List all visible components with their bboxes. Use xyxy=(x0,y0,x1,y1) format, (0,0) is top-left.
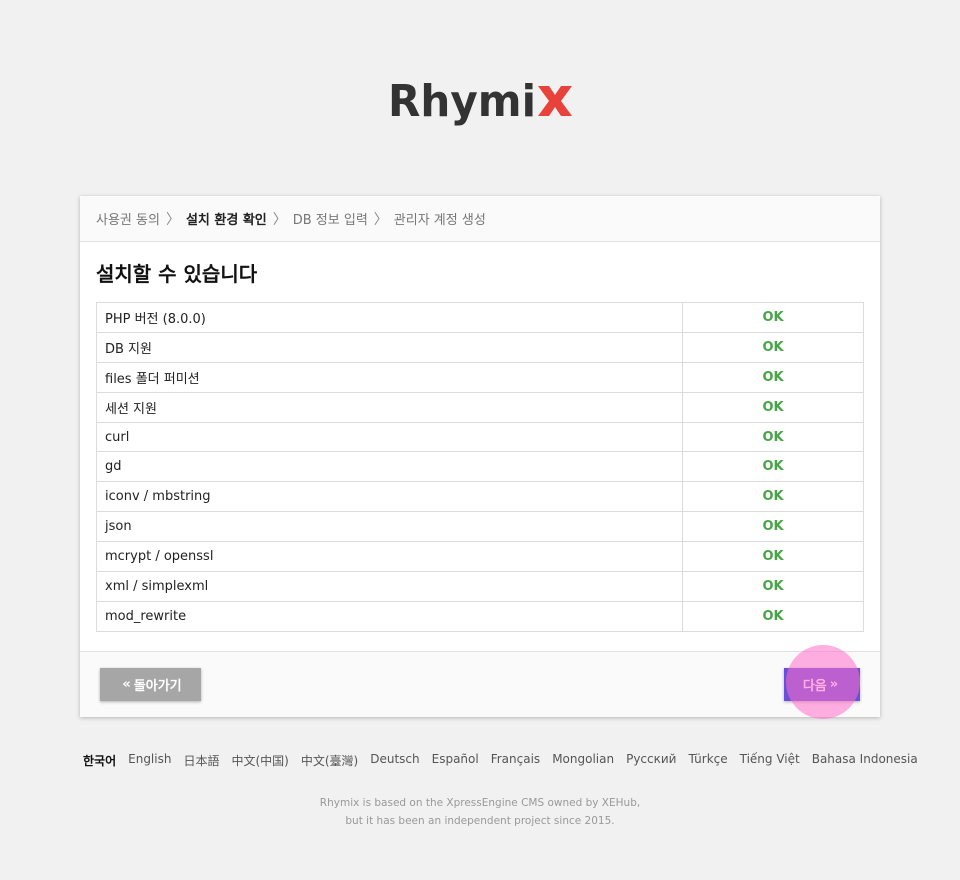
table-row: iconv / mbstring OK xyxy=(96,481,864,513)
check-name: PHP 버전 (8.0.0) xyxy=(96,302,683,333)
lang-ja[interactable]: 日本語 xyxy=(183,752,219,770)
lang-vi[interactable]: Tiếng Việt xyxy=(740,752,800,770)
double-chevron-left-icon: « xyxy=(122,677,131,692)
lang-es[interactable]: Español xyxy=(432,752,479,770)
lang-id[interactable]: Bahasa Indonesia xyxy=(812,752,918,770)
lang-zh-tw[interactable]: 中文(臺灣) xyxy=(301,752,358,770)
check-result: OK xyxy=(682,331,864,363)
table-row: PHP 버전 (8.0.0) OK xyxy=(96,302,864,333)
next-button-label: 다음 xyxy=(802,679,827,694)
check-name: curl xyxy=(96,421,683,453)
check-result: OK xyxy=(682,451,864,483)
lang-zh-cn[interactable]: 中文(中国) xyxy=(231,752,288,770)
lang-fr[interactable]: Français xyxy=(491,752,540,770)
chevron-right-icon: 〉 xyxy=(373,211,388,228)
install-steps-breadcrumb: 사용권 동의 〉 설치 환경 확인 〉 DB 정보 입력 〉 관리자 계정 생성 xyxy=(80,196,880,242)
card-footer: « 돌아가기 다음 » xyxy=(80,645,880,719)
table-row: 세션 지원 OK xyxy=(96,391,864,423)
check-name: mcrypt / openssl xyxy=(96,541,683,573)
check-name: xml / simplexml xyxy=(96,571,683,602)
install-card: 사용권 동의 〉 설치 환경 확인 〉 DB 정보 입력 〉 관리자 계정 생성… xyxy=(80,196,880,719)
table-row: mod_rewrite OK xyxy=(96,600,864,632)
page-title: 설치할 수 있습니다 xyxy=(96,262,258,286)
check-result: OK xyxy=(682,421,864,453)
back-button[interactable]: « 돌아가기 xyxy=(100,668,201,701)
lang-ko[interactable]: 한국어 xyxy=(83,752,116,770)
credits: Rhymix is based on the XpressEngine CMS … xyxy=(0,794,960,830)
check-name: iconv / mbstring xyxy=(96,481,683,513)
step-admin-account: 관리자 계정 생성 xyxy=(393,213,486,228)
check-name: json xyxy=(96,511,683,543)
step-license-agreement: 사용권 동의 xyxy=(96,213,160,228)
double-chevron-right-icon: » xyxy=(829,677,839,692)
back-button-label: 돌아가기 xyxy=(133,679,182,694)
check-name: 세션 지원 xyxy=(96,391,683,423)
check-result: OK xyxy=(682,541,864,573)
rhymix-logo-mark: Rhymi xyxy=(388,76,572,126)
check-result: OK xyxy=(682,511,864,543)
lang-ru[interactable]: Русский xyxy=(626,752,676,770)
check-name: DB 지원 xyxy=(96,331,683,363)
next-button[interactable]: 다음 » xyxy=(784,668,860,701)
chevron-right-icon: 〉 xyxy=(272,211,287,228)
table-row: gd OK xyxy=(96,451,864,483)
svg-text:Rhymi: Rhymi xyxy=(388,76,536,126)
table-row: DB 지원 OK xyxy=(96,331,864,363)
check-result: OK xyxy=(682,302,864,333)
table-row: files 폴더 퍼미션 OK xyxy=(96,361,864,393)
language-selector: 한국어 English 日本語 中文(中国) 中文(臺灣) Deutsch Es… xyxy=(83,752,930,770)
check-name: mod_rewrite xyxy=(96,600,683,632)
table-row: json OK xyxy=(96,511,864,543)
lang-en[interactable]: English xyxy=(128,752,171,770)
environment-check-table: PHP 버전 (8.0.0) OK DB 지원 OK files 폴더 퍼미션 OK … xyxy=(96,302,864,632)
credits-line-1: Rhymix is based on the XpressEngine CMS … xyxy=(319,797,641,809)
check-result: OK xyxy=(682,481,864,513)
table-row: mcrypt / openssl OK xyxy=(96,541,864,573)
check-name: files 폴더 퍼미션 xyxy=(96,361,683,393)
lang-mn[interactable]: Mongolian xyxy=(552,752,614,770)
check-result: OK xyxy=(682,391,864,423)
rhymix-logo: Rhymi xyxy=(0,72,960,128)
check-result: OK xyxy=(682,361,864,393)
lang-de[interactable]: Deutsch xyxy=(370,752,419,770)
chevron-right-icon: 〉 xyxy=(165,211,180,228)
table-row: xml / simplexml OK xyxy=(96,571,864,602)
step-db-info: DB 정보 입력 xyxy=(292,213,368,228)
lang-tr[interactable]: Türkçe xyxy=(688,752,727,770)
check-result: OK xyxy=(682,600,864,632)
credits-line-2: but it has been an independent project s… xyxy=(345,815,615,827)
table-row: curl OK xyxy=(96,421,864,453)
check-name: gd xyxy=(96,451,683,483)
step-environment-check: 설치 환경 확인 xyxy=(185,213,267,228)
check-result: OK xyxy=(682,571,864,602)
